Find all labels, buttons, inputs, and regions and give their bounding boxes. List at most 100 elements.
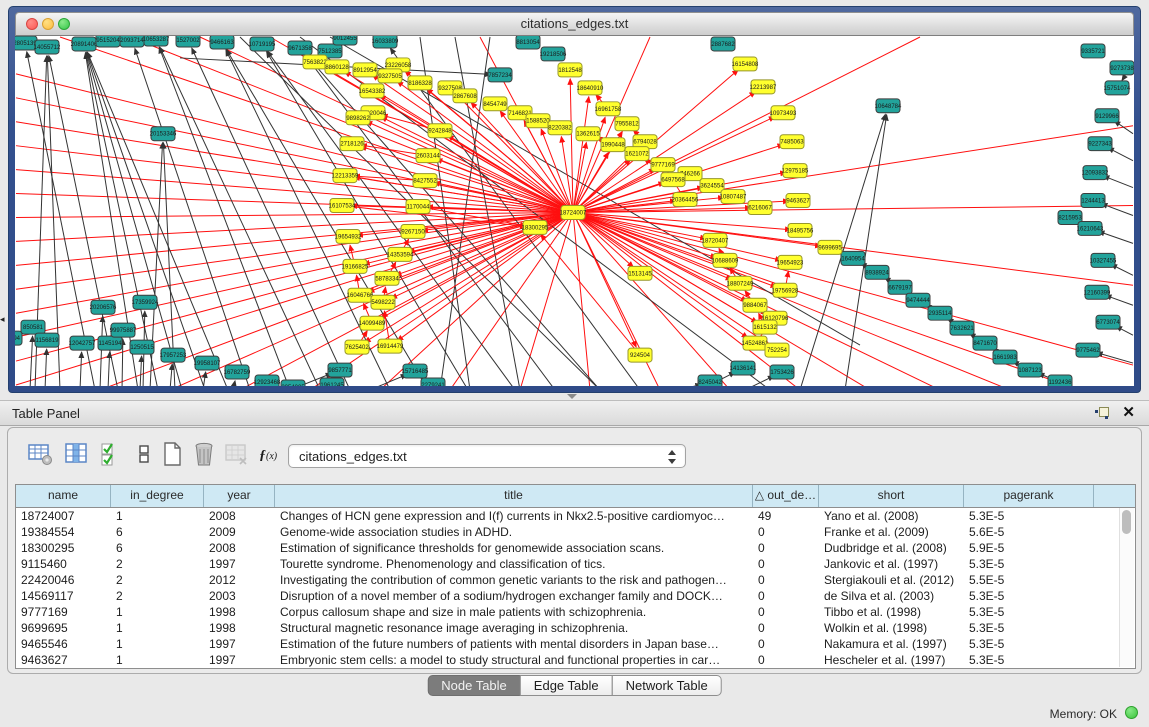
table-cell[interactable]: Investigating the contribution of common… (275, 572, 753, 588)
graph-node[interactable]: 1661983 (993, 350, 1017, 364)
table-cell[interactable]: 19384554 (16, 524, 111, 540)
graph-node[interactable]: 1156819 (35, 333, 59, 347)
collapse-panel-icon[interactable]: ◂ (0, 314, 5, 325)
graph-node[interactable]: 1145194 (98, 336, 122, 350)
table-cell[interactable]: Franke et al. (2009) (819, 524, 964, 540)
graph-node[interactable]: 8813054 (516, 36, 540, 49)
table-cell[interactable]: 5.5E-5 (964, 572, 1094, 588)
graph-node[interactable]: 16782759 (224, 365, 251, 379)
column-header[interactable]: title (275, 485, 753, 507)
graph-node[interactable]: 14099489 (359, 316, 386, 330)
table-cell[interactable]: Disruption of a novel member of a sodium… (275, 588, 753, 604)
graph-node[interactable]: 19756928 (772, 283, 799, 297)
graph-node[interactable]: 7625402 (345, 340, 369, 354)
graph-node[interactable]: 2279241 (421, 378, 445, 386)
table-cell[interactable]: 1997 (204, 636, 275, 652)
graph-node[interactable]: 2887682 (711, 37, 735, 51)
graph-node[interactable]: 16154808 (732, 57, 759, 71)
table-cell[interactable]: 5.3E-5 (964, 556, 1094, 572)
table-cell[interactable]: 5.3E-5 (964, 652, 1094, 668)
graph-node[interactable]: 1753426 (770, 365, 794, 379)
table-cell[interactable]: 0 (753, 636, 819, 652)
table-cell[interactable]: 0 (753, 524, 819, 540)
table-cell[interactable]: 0 (753, 604, 819, 620)
graph-node[interactable]: 19654923 (777, 255, 804, 269)
column-header[interactable]: year (204, 485, 275, 507)
graph-node[interactable]: 10648784 (875, 99, 902, 113)
table-cell[interactable]: Estimation of the future numbers of pati… (275, 636, 753, 652)
column-header[interactable]: name (16, 485, 111, 507)
table-cell[interactable]: Nakamura et al. (1997) (819, 636, 964, 652)
graph-node[interactable]: 10973493 (770, 106, 797, 120)
graph-node[interactable]: 16046766 (347, 288, 374, 302)
table-row[interactable]: 977716911998Corpus callosum shape and si… (16, 604, 1135, 620)
graph-node[interactable]: 18724007 (560, 206, 587, 220)
table-cell[interactable]: 2003 (204, 588, 275, 604)
graph-node[interactable]: 19218506 (540, 47, 567, 61)
graph-node[interactable]: 8454749 (483, 97, 507, 111)
graph-node[interactable]: 16543382 (359, 84, 386, 98)
graph-node[interactable]: 18495756 (787, 223, 814, 237)
close-panel-icon[interactable]: ✕ (1122, 404, 1135, 422)
column-header[interactable]: pagerank (964, 485, 1094, 507)
table-row[interactable]: 2242004622012Investigating the contribut… (16, 572, 1135, 588)
graph-node[interactable]: 12160399 (1084, 285, 1111, 299)
graph-node[interactable]: 8186328 (408, 76, 432, 90)
graph-node[interactable]: 12093832 (1082, 166, 1109, 180)
graph-node[interactable]: 18640910 (577, 81, 604, 95)
graph-node[interactable]: 20206576 (90, 300, 117, 314)
panel-splitter-handle[interactable] (567, 394, 577, 399)
tab-network-table[interactable]: Network Table (612, 675, 722, 696)
graph-node[interactable]: 1170044 (406, 200, 430, 214)
graph-node[interactable]: 5878334 (375, 271, 399, 285)
table-cell[interactable]: 9463627 (16, 652, 111, 668)
graph-node[interactable]: 2867608 (453, 89, 477, 103)
table-cell[interactable]: 5.6E-5 (964, 524, 1094, 540)
table-cell[interactable]: 0 (753, 620, 819, 636)
graph-node[interactable]: 6773074 (1096, 315, 1120, 329)
graph-node[interactable]: 1087123 (1018, 363, 1042, 377)
graph-node[interactable]: 1527002 (176, 36, 200, 47)
table-cell[interactable]: 9699695 (16, 620, 111, 636)
table-row[interactable]: 1456911722003Disruption of a novel membe… (16, 588, 1135, 604)
graph-node[interactable]: 1192436 (1048, 375, 1072, 386)
graph-node[interactable]: 16914479 (377, 339, 404, 353)
graph-node[interactable]: 10653287 (143, 36, 170, 46)
table-row[interactable]: 1830029562008Estimation of significance … (16, 540, 1135, 556)
table-cell[interactable]: Yano et al. (2008) (819, 508, 964, 524)
graph-node[interactable]: 8427552 (413, 174, 437, 188)
graph-node[interactable]: 850581 (21, 320, 45, 334)
tab-node-table[interactable]: Node Table (427, 675, 521, 696)
window-titlebar[interactable]: citations_edges.txt (15, 12, 1134, 36)
memory-status-icon[interactable] (1125, 706, 1138, 719)
graph-node[interactable]: 18300295 (522, 220, 549, 234)
graph-node[interactable]: 6216067 (748, 201, 772, 215)
graph-node[interactable]: 9267150 (401, 224, 425, 238)
table-cell[interactable]: 2 (111, 572, 204, 588)
table-cell[interactable]: 22420046 (16, 572, 111, 588)
graph-node[interactable]: 9777169 (651, 158, 675, 172)
graph-node[interactable]: 20891406 (71, 37, 98, 51)
graph-node[interactable]: 2718126 (340, 137, 364, 151)
table-cell[interactable]: 1998 (204, 620, 275, 636)
table-scrollbar[interactable] (1119, 508, 1134, 667)
table-cell[interactable]: 5.3E-5 (964, 636, 1094, 652)
graph-node[interactable]: 12213987 (750, 80, 777, 94)
graph-node[interactable]: 9012455 (333, 36, 357, 45)
graph-node[interactable]: 2603144 (416, 149, 440, 163)
create-new-table-icon[interactable] (158, 440, 186, 468)
table-cell[interactable]: 0 (753, 588, 819, 604)
column-header[interactable]: short (819, 485, 964, 507)
table-cell[interactable]: 2 (111, 556, 204, 572)
graph-node[interactable]: 3624554 (700, 179, 724, 193)
graph-node[interactable]: 9327505 (378, 69, 402, 83)
graph-node[interactable]: 2093714 (120, 36, 144, 47)
graph-node[interactable]: 18720407 (702, 233, 729, 247)
table-cell[interactable]: 14569117 (16, 588, 111, 604)
graph-node[interactable]: 19958107 (194, 356, 221, 370)
table-cell[interactable]: de Silva et al. (2003) (819, 588, 964, 604)
column-header[interactable]: in_degree (111, 485, 204, 507)
table-cell[interactable]: 18724007 (16, 508, 111, 524)
table-cell[interactable]: 5.3E-5 (964, 604, 1094, 620)
table-cell[interactable]: 6 (111, 524, 204, 540)
